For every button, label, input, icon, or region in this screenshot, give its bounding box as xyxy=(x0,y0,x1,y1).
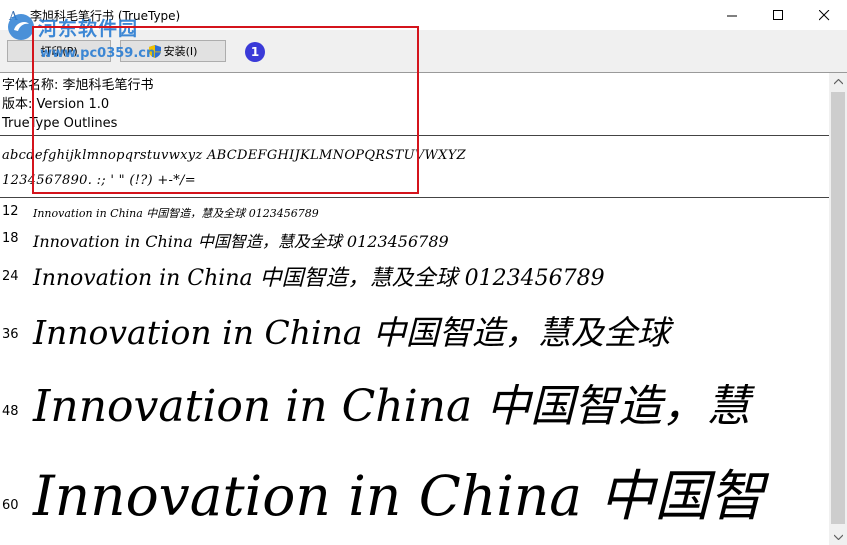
maximize-button[interactable] xyxy=(755,0,801,30)
watermark-logo-icon xyxy=(8,14,34,40)
install-button-label: 安装(I) xyxy=(163,45,198,58)
sample-text: Innovation in China 中国智造，慧及全球 xyxy=(33,313,670,352)
size-label: 36 xyxy=(2,327,19,342)
size-label: 60 xyxy=(2,498,19,513)
close-icon xyxy=(818,9,829,20)
font-type-line: TrueType Outlines xyxy=(2,116,118,131)
scroll-down-button[interactable] xyxy=(829,528,847,545)
sample-text: Innovation in China 中国智造，慧 xyxy=(33,381,751,432)
size-label: 12 xyxy=(2,204,19,219)
sample-text: Innovation in China 中国智造，慧及全球 0123456789 xyxy=(33,266,605,291)
scrollbar-thumb[interactable] xyxy=(831,92,845,524)
sample-text: Innovation in China 中国智 xyxy=(33,464,765,528)
watermark-title: 河东软件园 xyxy=(38,18,139,40)
font-info: 字体名称: 李旭科毛笔行书 版本: Version 1.0 TrueType O… xyxy=(2,76,154,133)
step-badge: 1 xyxy=(245,42,265,62)
separator xyxy=(0,135,829,136)
size-label: 24 xyxy=(2,269,19,284)
maximize-icon xyxy=(772,9,783,20)
chevron-down-icon xyxy=(833,534,843,540)
minimize-button[interactable] xyxy=(709,0,755,30)
separator xyxy=(0,197,829,198)
font-name-line: 字体名称: 李旭科毛笔行书 xyxy=(2,78,154,93)
sample-text: Innovation in China 中国智造，慧及全球 0123456789 xyxy=(33,232,449,251)
vertical-scrollbar[interactable] xyxy=(829,73,847,545)
scroll-up-button[interactable] xyxy=(829,73,847,90)
close-button[interactable] xyxy=(801,0,847,30)
minimize-icon xyxy=(726,15,737,16)
charset-letters: abcdefghijklmnopqrstuvwxyz ABCDEFGHIJKLM… xyxy=(2,148,466,163)
chevron-up-icon xyxy=(833,78,843,84)
charset-symbols: 1234567890. :; ' " (!?) +-*/= xyxy=(2,173,196,188)
size-label: 48 xyxy=(2,404,19,419)
watermark-url: www.pc0359.cn xyxy=(40,46,156,61)
sample-text: Innovation in China 中国智造，慧及全球 0123456789 xyxy=(33,207,319,220)
font-version-line: 版本: Version 1.0 xyxy=(2,97,110,112)
font-preview-area: 字体名称: 李旭科毛笔行书 版本: Version 1.0 TrueType O… xyxy=(0,73,829,545)
size-label: 18 xyxy=(2,231,19,246)
